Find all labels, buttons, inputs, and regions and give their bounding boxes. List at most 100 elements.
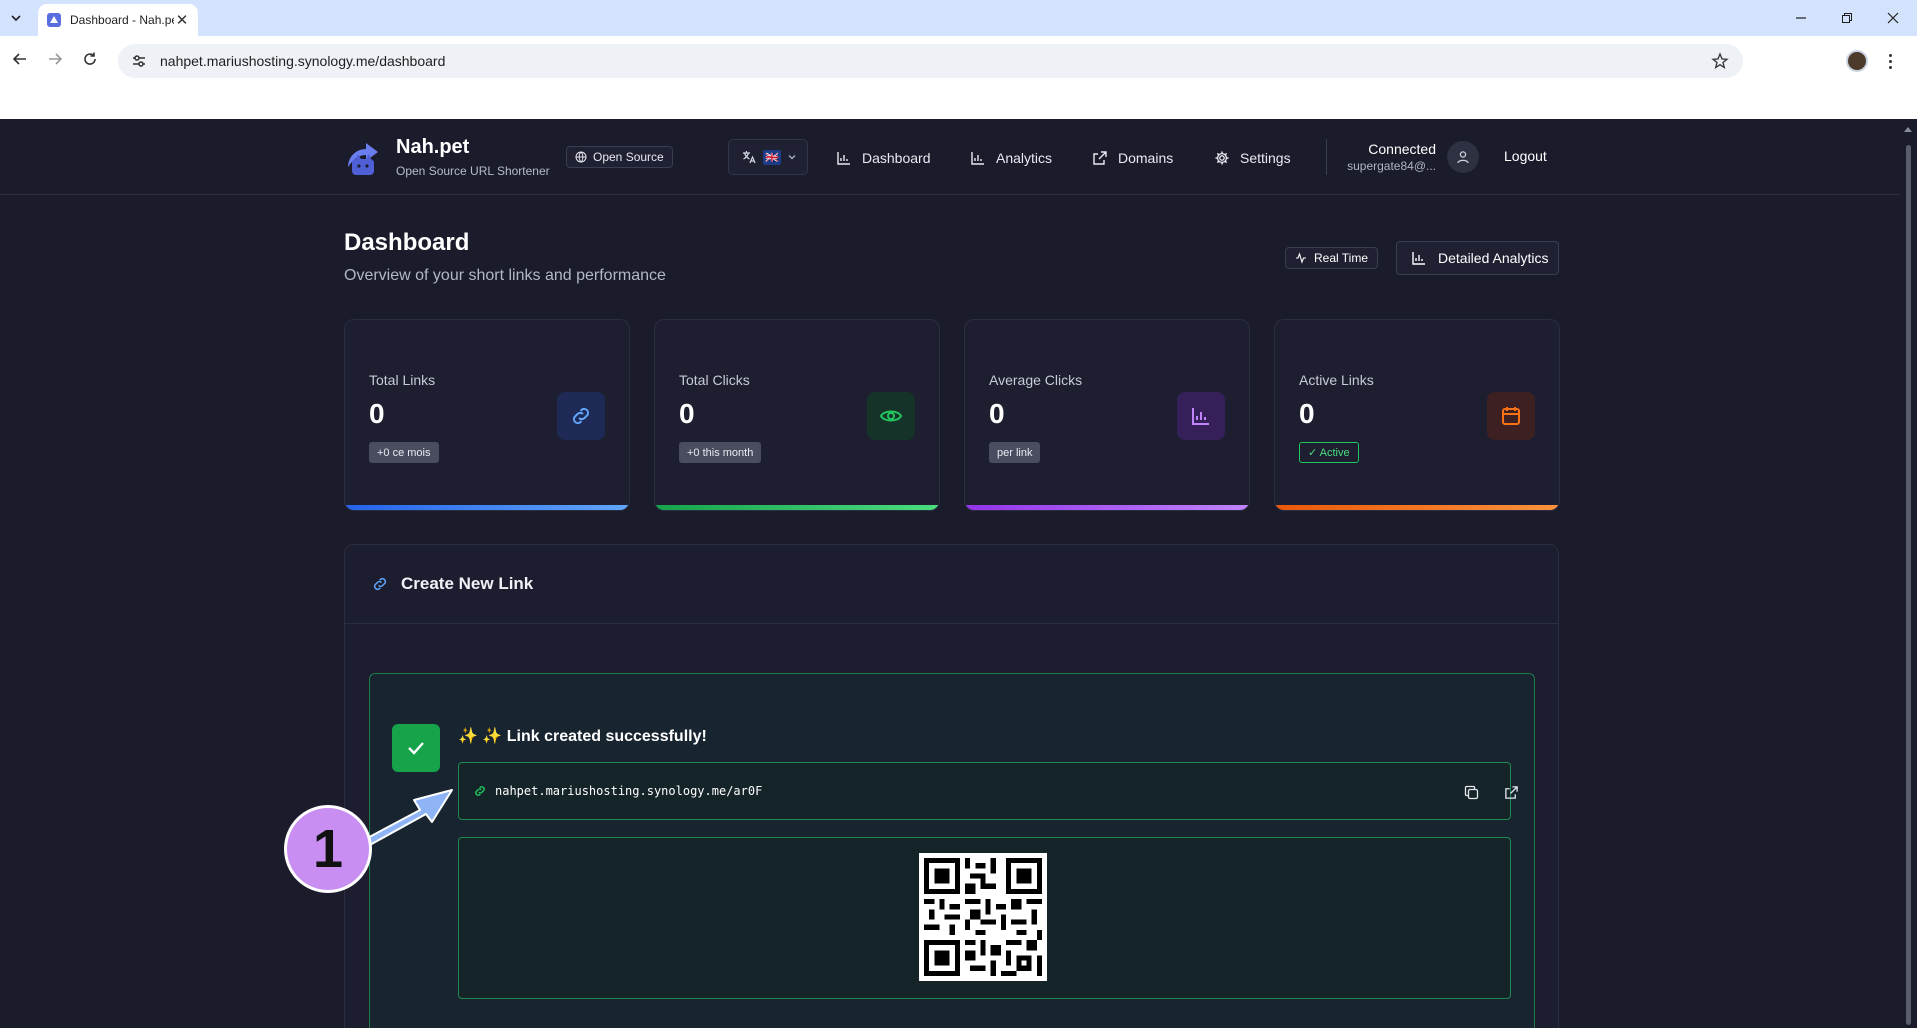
restore-window-button[interactable]	[1824, 0, 1870, 36]
detailed-analytics-label: Detailed Analytics	[1438, 250, 1549, 266]
nav-domains[interactable]: Domains	[1092, 146, 1173, 170]
create-link-header: Create New Link	[345, 545, 1558, 624]
tab-title: Dashboard - Nah.pet	[70, 13, 174, 27]
globe-icon	[575, 151, 587, 163]
reload-icon	[84, 52, 96, 65]
open-source-badge[interactable]: Open Source	[566, 146, 673, 168]
stat-value: 0	[1299, 398, 1315, 429]
nav-domains-label: Domains	[1118, 150, 1174, 166]
nav-analytics[interactable]: Analytics	[970, 146, 1052, 170]
brand-name[interactable]: Nah.pet	[396, 136, 469, 159]
bookmark-star-icon[interactable]	[1711, 52, 1729, 70]
success-message: ✨ ✨ Link created successfully!	[458, 728, 707, 745]
arrow-left-icon	[12, 53, 26, 65]
chevron-down-icon	[11, 15, 21, 22]
gear-icon	[1215, 151, 1229, 165]
stat-card-total-clicks: Total Clicks 0 +0 this month	[654, 319, 940, 511]
short-link-box: nahpet.mariushosting.synology.me/ar0F	[458, 762, 1518, 820]
scrollbar-thumb[interactable]	[1906, 145, 1911, 1025]
nav-dashboard-label: Dashboard	[862, 150, 931, 166]
eye-icon	[867, 392, 915, 440]
nahpet-logo[interactable]	[344, 137, 384, 177]
annotation-arrow	[360, 789, 453, 847]
calendar-icon	[1487, 392, 1535, 440]
favicon-icon	[47, 13, 61, 27]
bar-chart-icon	[1412, 252, 1425, 265]
link-icon	[557, 392, 605, 440]
language-selector[interactable]: 🇬🇧	[728, 139, 808, 175]
back-button[interactable]	[5, 44, 35, 74]
browser-tab[interactable]: Dashboard - Nah.pet ✕	[38, 4, 198, 36]
logout-button[interactable]: Logout	[1504, 148, 1547, 164]
stat-label: Active Links	[1299, 372, 1374, 388]
reload-button[interactable]	[75, 44, 105, 74]
stat-card-total-links: Total Links 0 +0 ce mois	[344, 319, 630, 511]
active-badge: ✓ Active	[1299, 442, 1359, 463]
user-avatar[interactable]	[1447, 141, 1479, 173]
stat-label: Total Links	[369, 372, 436, 388]
link-icon	[373, 577, 387, 591]
real-time-label: Real Time	[1314, 251, 1369, 265]
stat-accent-bar	[345, 505, 629, 510]
stat-accent-bar	[1275, 505, 1559, 510]
stat-label: Average Clicks	[989, 372, 1083, 388]
forward-button[interactable]	[40, 44, 70, 74]
nav-settings[interactable]: Settings	[1214, 146, 1291, 170]
close-icon	[1887, 12, 1899, 24]
minimize-icon	[1796, 17, 1806, 19]
stat-value: 0	[679, 398, 695, 429]
activity-icon	[1296, 252, 1306, 264]
stat-tag: +0 this month	[679, 442, 762, 463]
qr-code-image[interactable]	[919, 853, 1047, 981]
bar-chart-icon	[1177, 392, 1225, 440]
stat-value: 0	[369, 398, 385, 429]
external-link-icon	[1504, 785, 1518, 799]
nav-settings-label: Settings	[1240, 150, 1291, 166]
stat-label: Total Clicks	[679, 372, 750, 388]
real-time-button[interactable]: Real Time	[1285, 247, 1379, 269]
stat-accent-bar	[655, 505, 939, 510]
tab-search-button[interactable]	[5, 8, 27, 28]
address-bar[interactable]: nahpet.mariushosting.synology.me/dashboa…	[118, 44, 1743, 78]
user-icon	[1457, 151, 1469, 164]
open-link-button[interactable]	[1499, 780, 1523, 804]
bar-chart-icon	[837, 152, 850, 165]
success-panel: ✨ ✨ Link created successfully! nahpet.ma…	[369, 673, 1535, 1028]
short-url-text[interactable]: nahpet.mariushosting.synology.me/ar0F	[495, 784, 762, 798]
brand-tagline: Open Source URL Shortener	[396, 164, 550, 178]
close-tab-icon[interactable]: ✕	[174, 11, 190, 29]
page-title: Dashboard	[344, 229, 470, 256]
stat-value: 0	[989, 398, 1005, 429]
page-scrollbar[interactable]	[1900, 119, 1917, 1028]
check-icon	[392, 724, 440, 772]
copy-icon	[1464, 785, 1478, 799]
header-divider	[1326, 139, 1327, 175]
browser-menu-icon[interactable]	[1884, 48, 1896, 74]
minimize-window-button[interactable]	[1778, 0, 1824, 36]
url-text: nahpet.mariushosting.synology.me/dashboa…	[160, 53, 446, 69]
nav-dashboard[interactable]: Dashboard	[836, 146, 931, 170]
stat-card-active-links: Active Links 0 ✓ Active	[1274, 319, 1560, 511]
uk-flag-icon: 🇬🇧	[763, 149, 781, 165]
external-link-icon	[1093, 151, 1107, 165]
app-root: Nah.pet Open Source URL Shortener Open S…	[0, 119, 1900, 1028]
site-settings-icon[interactable]	[130, 52, 148, 70]
browser-tab-strip: Dashboard - Nah.pet ✕	[0, 0, 1917, 36]
connected-label: Connected	[1368, 141, 1436, 157]
close-window-button[interactable]	[1870, 0, 1916, 36]
restore-icon	[1842, 13, 1852, 23]
qr-code-panel	[458, 837, 1511, 999]
detailed-analytics-button[interactable]: Detailed Analytics	[1396, 241, 1559, 275]
connection-status: Connected supergate84@...	[1336, 141, 1436, 173]
page-subtitle: Overview of your short links and perform…	[344, 267, 666, 284]
scroll-up-arrow-icon[interactable]	[1904, 127, 1912, 132]
link-icon	[475, 786, 485, 796]
nav-analytics-label: Analytics	[996, 150, 1053, 166]
stat-tag: per link	[989, 442, 1041, 463]
copy-link-button[interactable]	[1459, 780, 1483, 804]
user-email: supergate84@...	[1347, 159, 1436, 173]
create-link-title: Create New Link	[401, 574, 534, 593]
chevron-down-icon	[788, 155, 796, 160]
stat-tag: +0 ce mois	[369, 442, 439, 463]
profile-avatar[interactable]	[1846, 50, 1868, 72]
